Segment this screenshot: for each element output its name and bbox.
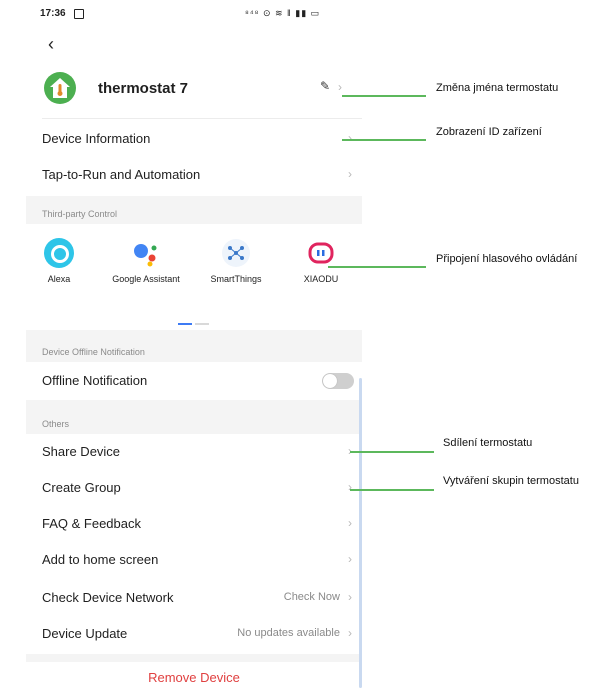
pencil-icon[interactable]: ✎ xyxy=(320,79,330,93)
annotation-line xyxy=(350,451,434,453)
device-header: thermostat 7 ✎ › xyxy=(42,72,362,112)
row-label: Share Device xyxy=(42,444,121,459)
third-party-label: XIAODU xyxy=(303,274,339,284)
thermostat-house-icon xyxy=(44,72,76,104)
third-party-smartthings[interactable]: SmartThings xyxy=(201,238,271,284)
row-label: Add to home screen xyxy=(42,552,159,567)
check-device-network-row[interactable]: Check Device Network Check Now › xyxy=(42,580,362,616)
chevron-right-icon: › xyxy=(348,552,352,566)
row-label: Device Update xyxy=(42,626,128,641)
device-name: thermostat 7 xyxy=(98,80,189,97)
status-icons: ⁸⁴⁸ ⊙ ≋ ‖ ▮▮ ▭ xyxy=(245,8,321,18)
device-information-row[interactable]: Device Information › xyxy=(42,121,362,157)
chevron-right-icon: › xyxy=(348,480,352,494)
add-to-home-screen-row[interactable]: Add to home screen › xyxy=(42,542,362,578)
annotation-label: Připojení hlasového ovládání xyxy=(436,253,578,265)
share-device-row[interactable]: Share Device › xyxy=(42,434,362,470)
row-label: Tap-to-Run and Automation xyxy=(42,167,201,182)
section-title: Third-party Control xyxy=(42,209,118,219)
third-party-label: Google Assistant xyxy=(112,274,180,284)
row-value: Check Now xyxy=(283,591,340,603)
back-button[interactable]: ‹ xyxy=(48,34,54,55)
annotation-line xyxy=(342,139,426,141)
pager-dot xyxy=(195,323,209,325)
section-header: Others xyxy=(26,400,362,434)
chevron-right-icon: › xyxy=(348,131,352,145)
third-party-alexa[interactable]: Alexa xyxy=(24,238,94,284)
xiaodu-icon xyxy=(306,238,336,268)
section-gap xyxy=(26,654,362,662)
smartthings-icon xyxy=(221,238,251,268)
scrollbar[interactable] xyxy=(359,378,362,688)
device-update-row[interactable]: Device Update No updates available › xyxy=(42,616,362,652)
pager-dot-active xyxy=(178,323,192,325)
create-group-row[interactable]: Create Group › xyxy=(42,470,362,506)
chevron-right-icon: › xyxy=(348,516,352,530)
annotation-line xyxy=(328,266,426,268)
row-label: Offline Notification xyxy=(42,373,148,388)
annotation-label: Změna jména termostatu xyxy=(436,82,559,94)
chevron-right-icon: › xyxy=(348,590,352,604)
third-party-label: SmartThings xyxy=(210,274,262,284)
divider xyxy=(42,118,362,119)
row-label: Check Device Network xyxy=(42,590,174,605)
remove-device-button[interactable]: Remove Device xyxy=(26,670,362,685)
third-party-xiaodu[interactable]: XIAODU xyxy=(286,238,356,284)
offline-notification-row: Offline Notification xyxy=(42,363,362,399)
faq-feedback-row[interactable]: FAQ & Feedback › xyxy=(42,506,362,542)
annotation-label: Zobrazení ID zařízení xyxy=(436,126,542,138)
pager-indicator xyxy=(178,312,212,330)
section-title: Others xyxy=(42,419,70,429)
chevron-right-icon[interactable]: › xyxy=(338,80,342,94)
settings-screen: 17:36 ⁸⁴⁸ ⊙ ≋ ‖ ▮▮ ▭ ‹ thermostat 7 ✎ › … xyxy=(26,0,362,690)
chevron-right-icon: › xyxy=(348,626,352,640)
offline-notification-toggle[interactable] xyxy=(322,373,354,389)
annotation-label: Vytváření skupin termostatu xyxy=(443,475,579,487)
annotation-line xyxy=(350,489,434,491)
section-header: Device Offline Notification xyxy=(26,330,362,362)
section-title: Device Offline Notification xyxy=(42,347,145,357)
section-header: Third-party Control xyxy=(26,196,362,224)
row-label: Device Information xyxy=(42,131,151,146)
third-party-google[interactable]: Google Assistant xyxy=(111,238,181,284)
row-label: FAQ & Feedback xyxy=(42,516,141,531)
row-value: No updates available xyxy=(237,627,340,639)
status-time: 17:36 xyxy=(40,8,66,19)
third-party-label: Alexa xyxy=(47,274,71,284)
tap-to-run-row[interactable]: Tap-to-Run and Automation › xyxy=(42,157,362,193)
annotation-label: Sdílení termostatu xyxy=(443,437,533,449)
google-assistant-icon xyxy=(131,238,161,268)
annotation-line xyxy=(342,95,426,97)
row-label: Create Group xyxy=(42,480,121,495)
alexa-icon xyxy=(44,238,74,268)
chevron-right-icon: › xyxy=(348,167,352,181)
status-bar: 17:36 ⁸⁴⁸ ⊙ ≋ ‖ ▮▮ ▭ xyxy=(40,8,362,26)
notification-icon xyxy=(74,9,84,19)
